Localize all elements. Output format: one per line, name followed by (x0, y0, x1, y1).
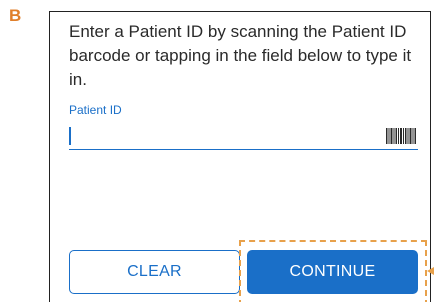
instructions-text: Enter a Patient ID by scanning the Patie… (69, 22, 412, 89)
clear-button[interactable]: CLEAR (69, 250, 240, 294)
barcode-icon[interactable] (386, 128, 416, 144)
figure-panel: B Enter a Patient ID by scanning the Pat… (0, 0, 434, 302)
patient-id-label: Patient ID (69, 103, 122, 117)
text-cursor (69, 127, 71, 145)
pointer-arrow-icon (427, 267, 434, 275)
panel-letter: B (9, 6, 22, 25)
patient-id-field[interactable] (69, 122, 418, 150)
highlight-box (239, 240, 427, 302)
